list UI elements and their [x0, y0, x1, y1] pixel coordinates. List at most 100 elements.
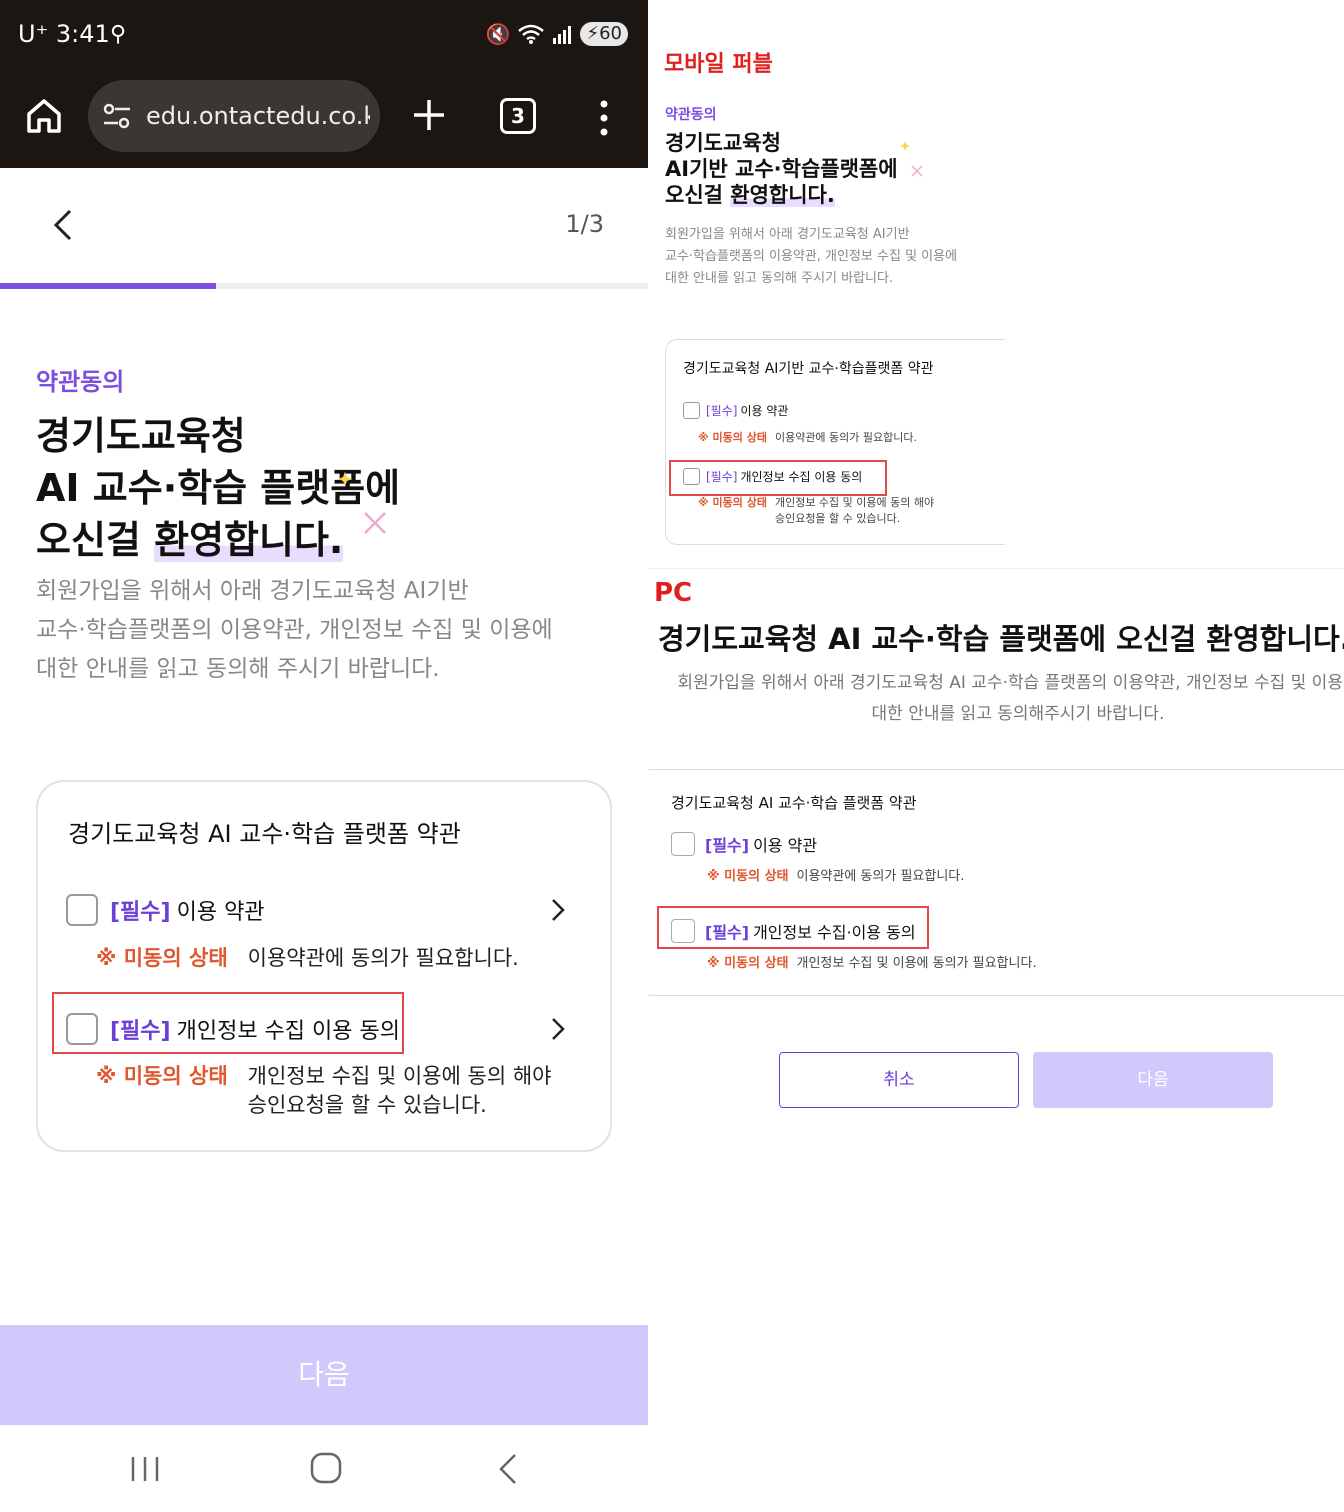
status-icons: 🔇 ⚡60	[486, 22, 628, 46]
title-line-2: AI기반 교수·학습플랫폼에	[665, 157, 898, 181]
terms-item-note: ※ 미동의 상태 개인정보 수집 및 이용에 동의가 필요합니다.	[707, 952, 1037, 971]
title-line-3-plain: 오신걸	[36, 518, 155, 562]
section-kicker: 약관동의	[36, 368, 125, 396]
chevron-right-icon[interactable]	[550, 898, 566, 922]
description-line: 대한 안내를 읽고 동의해 주시기 바랍니다.	[665, 271, 894, 286]
warning-message-line: 개인정보 수집 및 이용에 동의 해야	[247, 1064, 552, 1088]
progress-fill	[0, 283, 216, 289]
terms-item-note: ※ 미동의 상태 이용약관에 동의가 필요합니다.	[707, 865, 964, 884]
checkbox-terms[interactable]	[671, 832, 695, 856]
back-nav-icon[interactable]	[498, 1453, 518, 1485]
warning-message-line: 개인정보 수집 및 이용에 동의 해야	[774, 496, 935, 509]
spec-pc-terms-card: 경기도교육청 AI 교수·학습 플랫폼 약관 [필수] 이용 약관 ※ 미동의 …	[648, 769, 1344, 996]
cancel-button[interactable]: 취소	[779, 1052, 1019, 1108]
back-chevron-icon[interactable]	[48, 208, 76, 242]
terms-card: 경기도교육청 AI 교수·학습 플랫폼 약관 [필수] 이용 약관 ※ 미동의 …	[36, 780, 612, 1152]
spec-panel: 모바일 퍼블 약관동의 경기도교육청 AI기반 교수·학습플랫폼에 오신걸 환영…	[648, 0, 1344, 1512]
cross-decoration-icon	[911, 165, 923, 177]
recent-apps-icon[interactable]	[130, 1455, 160, 1483]
terms-item-usage[interactable]: [필수] 이용 약관	[671, 832, 817, 856]
required-label: [필수]	[706, 404, 738, 418]
phone-screenshot: U⁺ 3:41 ⚲ 🔇 ⚡60 edu.ontactedu.co.kr 3 1/…	[0, 0, 648, 1512]
terms-item-label[interactable]: 이용 약관	[740, 402, 788, 419]
battery-indicator: ⚡60	[580, 22, 628, 46]
signal-icon	[553, 26, 572, 44]
cross-decoration-icon	[364, 512, 386, 534]
wifi-icon	[518, 24, 545, 44]
pc-section-label: PC	[654, 578, 693, 608]
required-label: [필수]	[110, 900, 171, 925]
browser-toolbar: edu.ontactedu.co.kr 3	[0, 70, 648, 168]
section-divider	[648, 568, 1344, 569]
terms-item-note: ※ 미동의 상태 개인정보 수집 및 이용에 동의 해야 승인요청을 할 수 있…	[96, 1062, 552, 1120]
title-line-1: 경기도교육청	[36, 414, 246, 458]
next-button[interactable]: 다음	[0, 1325, 648, 1425]
usb-icon: ⚲	[110, 22, 127, 47]
status-bar: U⁺ 3:41 ⚲ 🔇 ⚡60	[0, 0, 648, 70]
warning-message: 개인정보 수집 및 이용에 동의 해야 승인요청을 할 수 있습니다.	[775, 495, 934, 527]
description-line: 교수·학습플랫폼의 이용약관, 개인정보 수집 및 이용에	[665, 249, 958, 264]
annotation-highlight-box	[52, 992, 404, 1054]
plus-icon[interactable]	[410, 96, 448, 134]
description-line: 회원가입을 위해서 아래 경기도교육청 AI기반	[665, 227, 910, 242]
terms-item-label[interactable]: 이용 약관	[177, 894, 265, 926]
spec-pc-title: 경기도교육청 AI 교수·학습 플랫폼에 오신걸 환영합니다.	[658, 622, 1344, 656]
spec-mobile-terms-card: 경기도교육청 AI기반 교수·학습플랫폼 약관 [필수] 이용 약관 ※ 미동의…	[665, 339, 1005, 545]
warning-message: 이용약관에 동의가 필요합니다.	[774, 431, 918, 444]
title-line-3: 오신걸 환영합니다.	[36, 514, 400, 566]
terms-item-note: ※ 미동의 상태 이용약관에 동의가 필요합니다.	[96, 944, 519, 973]
warning-message-line: 승인요청을 할 수 있습니다.	[247, 1093, 487, 1117]
mobile-section-label: 모바일 퍼블	[664, 52, 773, 77]
annotation-highlight-box	[669, 460, 887, 496]
terms-item-usage[interactable]: [필수] 이용 약관	[683, 402, 788, 419]
title-highlight: 환영합니다.	[730, 183, 835, 207]
terms-card-title: 경기도교육청 AI 교수·학습 플랫폼 약관	[68, 820, 461, 848]
warning-message: 개인정보 수집 및 이용에 동의 해야 승인요청을 할 수 있습니다.	[248, 1062, 552, 1120]
description-line: 대한 안내를 읽고 동의해 주시기 바랍니다.	[36, 656, 440, 682]
warning-message: 개인정보 수집 및 이용에 동의가 필요합니다.	[796, 956, 1037, 971]
spec-mobile-description: 회원가입을 위해서 아래 경기도교육청 AI기반 교수·학습플랫폼의 이용약관,…	[665, 224, 995, 290]
tabs-icon[interactable]: 3	[500, 98, 536, 134]
address-bar[interactable]: edu.ontactedu.co.kr	[88, 80, 380, 152]
next-button[interactable]: 다음	[1033, 1052, 1273, 1108]
title-line-2: AI 교수·학습 플랫폼에	[36, 466, 401, 510]
terms-card-title: 경기도교육청 AI 교수·학습 플랫폼 약관	[671, 794, 917, 812]
progress-bar	[0, 283, 648, 289]
spec-mobile-title: 경기도교육청 AI기반 교수·학습플랫폼에 오신걸 환영합니다.	[665, 130, 898, 208]
description-line: 교수·학습플랫폼의 이용약관, 개인정보 수집 및 이용에	[36, 617, 553, 643]
annotation-highlight-box	[657, 906, 929, 949]
title-line-3: 오신걸 환영합니다.	[665, 182, 898, 208]
home-nav-icon[interactable]	[310, 1452, 342, 1484]
more-menu-icon[interactable]	[594, 98, 614, 138]
description-line: 대한 안내를 읽고 동의해주시기 바랍니다.	[871, 704, 1165, 724]
terms-item-label[interactable]: 이용 약관	[753, 832, 817, 856]
warning-label: ※ 미동의 상태	[96, 1064, 228, 1088]
status-time: U⁺ 3:41	[18, 20, 110, 48]
title-line-3-plain: 오신걸	[665, 183, 731, 207]
terms-item-note: ※ 미동의 상태 개인정보 수집 및 이용에 동의 해야 승인요청을 할 수 있…	[698, 495, 934, 527]
site-settings-icon[interactable]	[102, 102, 132, 130]
warning-message: 이용약관에 동의가 필요합니다.	[796, 869, 965, 884]
url-text[interactable]: edu.ontactedu.co.kr	[146, 102, 370, 130]
description-line: 회원가입을 위해서 아래 경기도교육청 AI기반	[36, 578, 469, 604]
page-header: 1/3	[0, 168, 648, 284]
checkbox-terms[interactable]	[683, 402, 700, 419]
sparkle-icon	[900, 141, 910, 151]
warning-label: ※ 미동의 상태	[707, 869, 789, 884]
checkbox-terms[interactable]	[66, 894, 98, 926]
spec-pc-description: 회원가입을 위해서 아래 경기도교육청 AI 교수·학습 플랫폼의 이용약관, …	[668, 668, 1344, 730]
mute-icon: 🔇	[485, 22, 511, 46]
chevron-right-icon[interactable]	[550, 1017, 566, 1041]
page-title: 경기도교육청 AI 교수·학습 플랫폼에 오신걸 환영합니다.	[36, 410, 400, 566]
page-description: 회원가입을 위해서 아래 경기도교육청 AI기반 교수·학습플랫폼의 이용약관,…	[36, 572, 616, 689]
title-highlight: 환영합니다.	[154, 518, 344, 562]
title-line-1: 경기도교육청	[665, 131, 781, 155]
terms-card-title: 경기도교육청 AI기반 교수·학습플랫폼 약관	[683, 361, 934, 377]
required-label: [필수]	[705, 836, 750, 855]
step-indicator: 1/3	[565, 210, 604, 238]
home-icon[interactable]	[24, 96, 64, 136]
battery-level: 60	[599, 23, 622, 44]
sparkle-icon	[338, 472, 352, 486]
terms-item-usage[interactable]: [필수] 이용 약관	[66, 892, 265, 928]
warning-label: ※ 미동의 상태	[698, 496, 767, 509]
